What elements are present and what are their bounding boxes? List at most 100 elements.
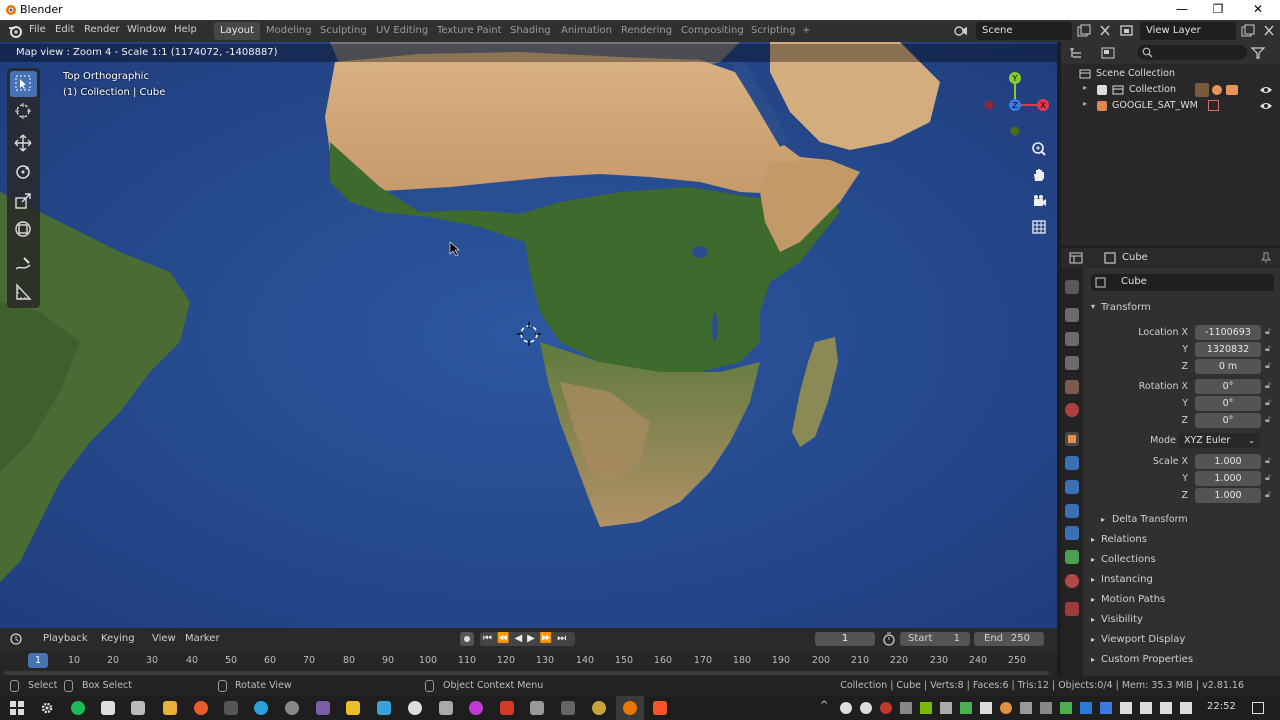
app-tray-icon[interactable] (1060, 702, 1072, 714)
modifier-tab-icon[interactable] (1065, 456, 1079, 470)
tool-tab-icon[interactable] (1065, 280, 1079, 294)
firefox-icon[interactable] (194, 701, 208, 715)
expand-chevron-icon[interactable]: ▸ (1083, 99, 1087, 108)
display-mode-icon[interactable] (1101, 47, 1115, 59)
outliner-row-google-sat[interactable]: ▸ GOOGLE_SAT_WM (1061, 98, 1280, 114)
timeline-editor-type-icon[interactable] (10, 633, 24, 646)
app-icon[interactable] (285, 701, 299, 715)
expand-chevron-icon[interactable]: ▸ (1083, 83, 1087, 92)
blender-menu-icon[interactable] (8, 24, 22, 38)
windows-start-icon[interactable] (10, 701, 24, 715)
app-icon[interactable] (530, 701, 544, 715)
scene-icon[interactable] (954, 25, 968, 37)
lock-icon[interactable]: 🔓︎ (1265, 381, 1275, 393)
rotation-y-field[interactable]: 0° (1195, 396, 1261, 411)
maximize-button[interactable]: ❐ (1200, 0, 1236, 20)
start-frame-field[interactable]: Start 1 (900, 632, 970, 646)
scene-selector[interactable]: Scene (976, 22, 1072, 40)
timeline-scrollbar[interactable] (4, 671, 1049, 675)
lock-icon[interactable]: 🔓︎ (1265, 344, 1275, 356)
vpn-icon[interactable] (224, 701, 238, 715)
system-clock[interactable]: 22:52 (1207, 701, 1236, 712)
network-icon[interactable] (1120, 702, 1132, 714)
material-tab-icon[interactable] (1065, 574, 1079, 588)
perspective-toggle-button[interactable] (1028, 216, 1050, 238)
cloud-icon[interactable] (840, 702, 852, 714)
tab-modeling[interactable]: Modeling (260, 22, 318, 40)
playback-menu[interactable]: Playback (43, 633, 88, 644)
battery-icon[interactable] (1160, 702, 1172, 714)
playback-controls[interactable]: ⏮⏪◀▶⏩⏭ (480, 632, 575, 646)
view-menu[interactable]: View (152, 633, 176, 644)
minimize-button[interactable]: — (1164, 0, 1200, 20)
physics-tab-icon[interactable] (1065, 504, 1079, 518)
app-icon[interactable] (316, 701, 330, 715)
calendar-icon[interactable] (131, 701, 145, 715)
brave-icon[interactable] (653, 701, 667, 715)
pan-button[interactable] (1028, 164, 1050, 186)
zoom-button[interactable] (1028, 138, 1050, 160)
collection-checkbox[interactable] (1097, 85, 1107, 95)
app-tray-icon[interactable] (880, 702, 892, 714)
app-icon[interactable] (561, 701, 575, 715)
outliner-search-input[interactable] (1137, 45, 1247, 60)
app-tray-icon[interactable] (1040, 702, 1052, 714)
scale-tool[interactable] (10, 189, 37, 215)
gizmo-neg-x[interactable] (984, 100, 994, 110)
tab-scripting[interactable]: Scripting (745, 22, 801, 40)
tray-chevron-icon[interactable]: ^ (820, 700, 828, 711)
outliner-row-scene-collection[interactable]: Scene Collection (1061, 66, 1280, 82)
blender-taskbar-button[interactable] (616, 696, 644, 720)
lock-icon[interactable]: 🔓︎ (1265, 361, 1275, 373)
tab-sculpting[interactable]: Sculpting (314, 22, 373, 40)
view-layer-tab-icon[interactable] (1065, 356, 1079, 370)
file-explorer-icon[interactable] (163, 701, 177, 715)
datablock-name-field[interactable]: Cube (1091, 274, 1274, 291)
location-x-field[interactable]: -1100693 (1195, 325, 1261, 340)
cursor-tool[interactable] (10, 99, 37, 125)
app-tray-icon[interactable] (1020, 702, 1032, 714)
instancing-panel[interactable]: ▸ Instancing (1083, 572, 1280, 590)
tab-uv-editing[interactable]: UV Editing (370, 22, 434, 40)
select-box-tool[interactable] (10, 71, 37, 97)
menu-window[interactable]: Window (127, 24, 166, 35)
settings-gear-icon[interactable] (40, 701, 54, 715)
frame-indicator[interactable]: 1 (28, 653, 48, 668)
volume-icon[interactable] (1140, 702, 1152, 714)
data-tab-icon[interactable] (1065, 550, 1079, 564)
annotate-tool[interactable] (10, 252, 37, 278)
tab-shading[interactable]: Shading (504, 22, 557, 40)
constraints-tab-icon[interactable] (1065, 526, 1079, 540)
rotation-z-field[interactable]: 0° (1195, 413, 1261, 428)
collections-panel[interactable]: ▸ Collections (1083, 552, 1280, 570)
lock-icon[interactable]: 🔓︎ (1265, 415, 1275, 427)
current-frame-field[interactable]: 1 (815, 632, 875, 646)
lock-icon[interactable]: 🔓︎ (1265, 398, 1275, 410)
keying-menu[interactable]: Keying (101, 633, 135, 644)
notes-icon[interactable] (346, 701, 360, 715)
scale-z-field[interactable]: 1.000 (1195, 488, 1261, 503)
telegram-icon[interactable] (254, 701, 268, 715)
object-tab-icon[interactable] (1065, 432, 1079, 446)
rotation-x-field[interactable]: 0° (1195, 379, 1261, 394)
lock-icon[interactable]: 🔓︎ (1265, 456, 1275, 468)
delete-scene-icon[interactable] (1099, 24, 1111, 37)
app-tray-icon[interactable] (1000, 702, 1012, 714)
acrobat-icon[interactable] (500, 701, 514, 715)
visibility-panel[interactable]: ▸ Visibility (1083, 612, 1280, 630)
app-tray-icon[interactable] (900, 702, 912, 714)
3d-viewport[interactable]: Map view : Zoom 4 - Scale 1:1 (1174072, … (0, 42, 1057, 628)
marker-menu[interactable]: Marker (185, 633, 220, 644)
rotation-mode-dropdown[interactable]: XYZ Euler ⌄ (1178, 433, 1260, 448)
move-tool[interactable] (10, 131, 37, 157)
location-y-field[interactable]: 1320832 (1195, 342, 1261, 357)
nvidia-icon[interactable] (920, 702, 932, 714)
motion-paths-panel[interactable]: ▸ Motion Paths (1083, 592, 1280, 610)
navigation-gizmo[interactable]: Y X Z (980, 68, 1050, 138)
menu-help[interactable]: Help (174, 24, 197, 35)
add-workspace-button[interactable]: + (796, 22, 816, 40)
tab-layout[interactable]: Layout (214, 22, 260, 40)
view-layer-selector[interactable]: View Layer (1140, 22, 1236, 40)
outliner-row-collection[interactable]: ▸ Collection (1061, 82, 1280, 98)
menu-file[interactable]: File (29, 24, 46, 35)
